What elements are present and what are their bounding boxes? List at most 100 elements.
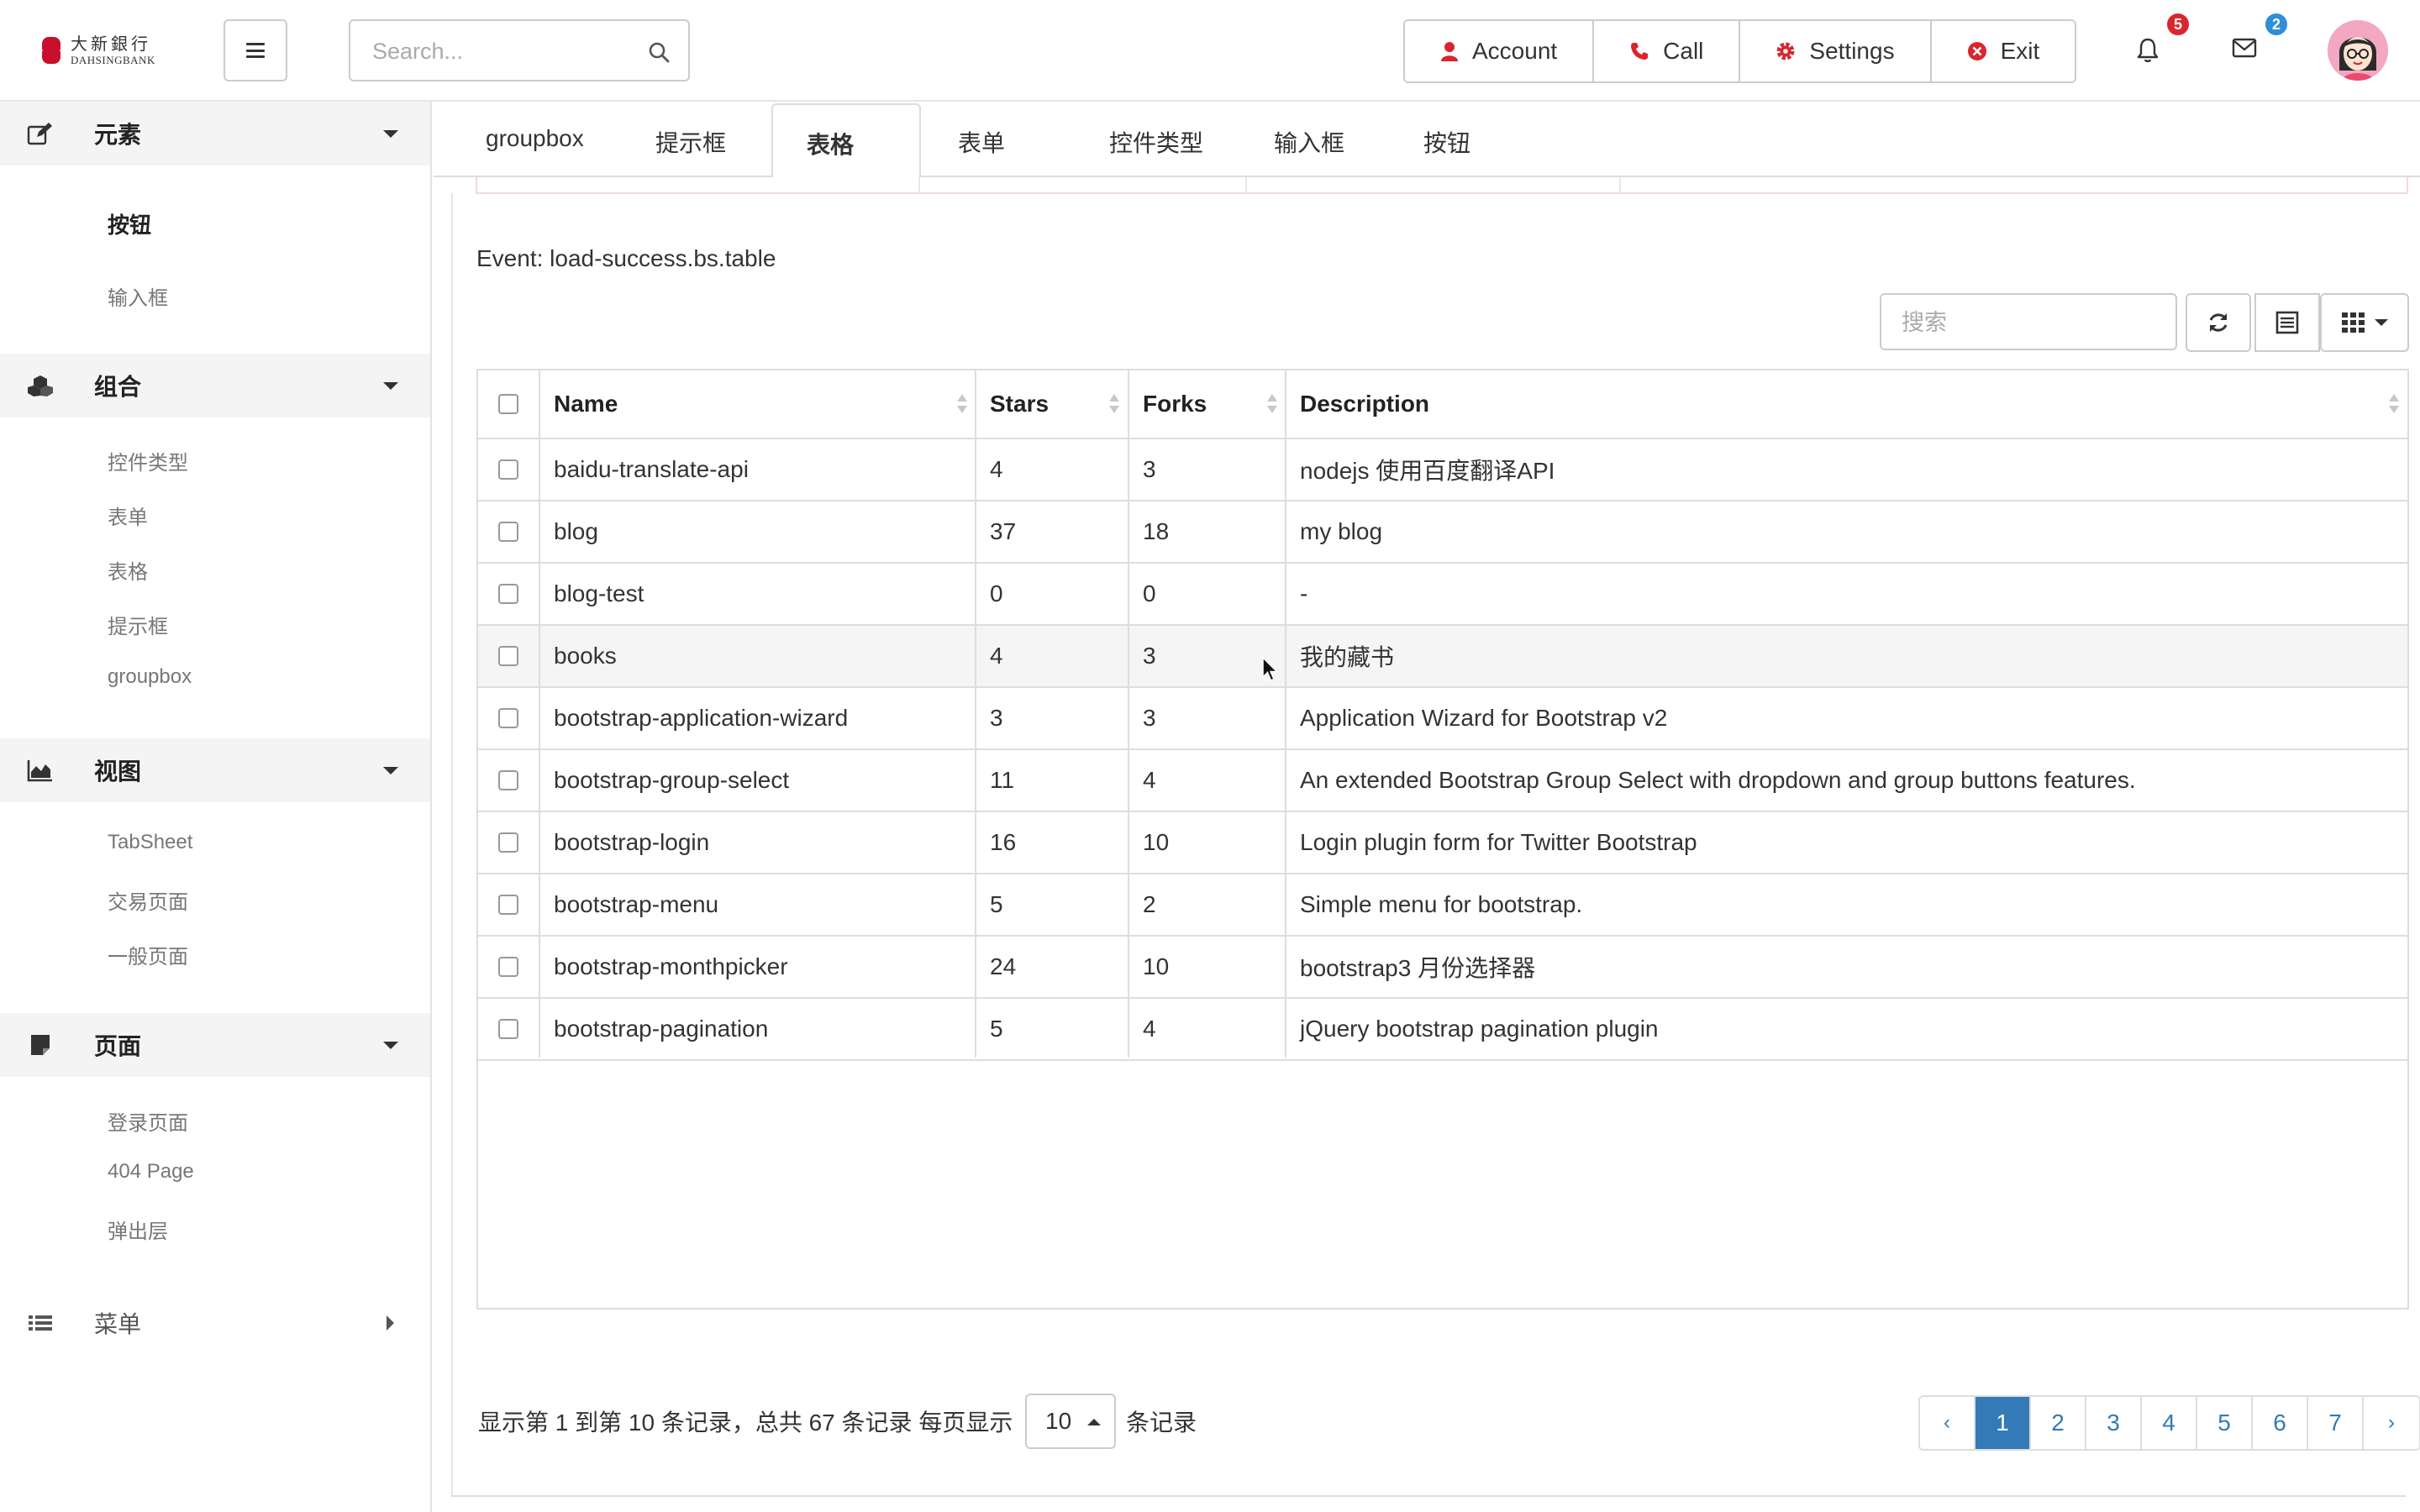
tab-input[interactable]: 输入框 [1274, 125, 1344, 159]
sidebar-section-pages[interactable]: 页面 [0, 1013, 430, 1077]
user-avatar[interactable] [2328, 20, 2388, 81]
cell-forks: 3 [1143, 456, 1156, 482]
call-button[interactable]: Call [1594, 21, 1741, 81]
row-checkbox[interactable] [498, 459, 518, 480]
cell-description: Login plugin form for Twitter Bootstrap [1300, 829, 1697, 855]
sidebar-item-groupbox[interactable]: groupbox [108, 665, 192, 689]
scrolled-table-remnant [476, 177, 2420, 293]
cell-stars: 4 [990, 643, 1003, 669]
pagination-summary: 显示第 1 到第 10 条记录，总共 67 条记录 每页显示 [478, 1410, 1013, 1436]
row-checkbox[interactable] [498, 957, 518, 977]
cell-description: bootstrap3 月份选择器 [1300, 955, 1536, 981]
sidebar-section-combos[interactable]: 组合 [0, 354, 430, 417]
sidebar-item-control-types[interactable]: 控件类型 [108, 446, 188, 475]
table-search-input[interactable] [1902, 307, 2154, 339]
sidebar-item-popup-layer[interactable]: 弹出层 [108, 1215, 168, 1244]
notifications-button[interactable]: 5 [2135, 13, 2189, 66]
pagination-page[interactable]: 2 [2031, 1397, 2086, 1449]
account-button[interactable]: Account [1405, 21, 1595, 81]
sidebar-section-views[interactable]: 视图 [0, 738, 430, 802]
row-checkbox[interactable] [498, 522, 518, 542]
sidebar-item-login-page[interactable]: 登录页面 [108, 1106, 188, 1136]
cell-name: books [554, 643, 617, 669]
pagination-next[interactable]: › [2364, 1397, 2419, 1449]
pagination-page[interactable]: 6 [2253, 1397, 2308, 1449]
tab-form[interactable]: 表单 [958, 125, 1005, 159]
sidebar-item-trade-page[interactable]: 交易页面 [108, 885, 188, 915]
brand-logo[interactable]: 大新銀行 DAHSINGBANK [37, 34, 155, 67]
pagination-prev[interactable]: ‹ [1920, 1397, 1975, 1449]
avatar-image [2328, 20, 2388, 81]
cell-description: - [1300, 580, 1308, 606]
pagination-page[interactable]: 1 [1975, 1397, 2031, 1449]
row-checkbox[interactable] [498, 770, 518, 790]
settings-label: Settings [1809, 38, 1895, 64]
sidebar-item-table[interactable]: 表格 [108, 555, 148, 585]
header-search-input[interactable] [372, 34, 624, 68]
sidebar-item-form[interactable]: 表单 [108, 501, 148, 530]
sidebar-toggle-button[interactable] [224, 19, 287, 81]
column-header-stars[interactable]: Stars [976, 370, 1128, 438]
row-checkbox[interactable] [498, 584, 518, 604]
caret-down-icon [383, 382, 398, 390]
table-row[interactable]: bootstrap-menu 5 2 Simple menu for bootstra… [478, 874, 2407, 937]
cell-forks: 3 [1143, 705, 1156, 731]
sticky-note-icon [31, 1035, 50, 1055]
row-checkbox[interactable] [498, 646, 518, 666]
pagination-page[interactable]: 5 [2197, 1397, 2253, 1449]
column-header-name[interactable]: Name [540, 370, 976, 438]
tab-table[interactable]: 表格 [771, 103, 921, 179]
table-row[interactable]: bootstrap-pagination 5 4 jQuery bootstrap p… [478, 999, 2407, 1061]
header-search [349, 19, 690, 81]
cell-name: blog [554, 518, 598, 544]
select-all-checkbox[interactable] [498, 394, 518, 414]
pagination-page[interactable]: 3 [2086, 1397, 2142, 1449]
sidebar-section-menu[interactable]: 菜单 [0, 1291, 430, 1355]
refresh-button[interactable] [2186, 293, 2251, 352]
page-size-select[interactable]: 10 [1025, 1394, 1116, 1449]
cell-forks: 4 [1143, 767, 1156, 793]
column-header-description[interactable]: Description [1286, 370, 2407, 438]
exit-button[interactable]: Exit [1931, 21, 2075, 81]
row-checkbox[interactable] [498, 832, 518, 853]
column-header-forks[interactable]: Forks [1129, 370, 1286, 438]
tab-bar: groupbox 提示框 表格 表单 控件类型 输入框 按钮 [434, 102, 2420, 179]
tab-groupbox[interactable]: groupbox [486, 125, 584, 152]
table-row[interactable]: baidu-translate-api 4 3 nodejs 使用百度翻译API [478, 439, 2407, 501]
tab-button[interactable]: 按钮 [1423, 125, 1470, 159]
pagination-page[interactable]: 7 [2308, 1397, 2364, 1449]
caret-down-icon [383, 130, 398, 138]
caret-up-icon [1087, 1419, 1101, 1425]
sidebar-item-404-page[interactable]: 404 Page [108, 1160, 194, 1184]
sidebar-item-button[interactable]: 按钮 [108, 208, 151, 239]
table-row[interactable]: bootstrap-monthpicker 24 10 bootstrap3 月份选择… [478, 937, 2407, 999]
toggle-view-button[interactable] [2254, 293, 2320, 352]
event-log-text: Event: load-success.bs.table [476, 245, 776, 271]
table-row[interactable]: bootstrap-application-wizard 3 3 Applicatio… [478, 688, 2407, 750]
tab-control-types[interactable]: 控件类型 [1109, 125, 1203, 159]
table-row[interactable]: books 4 3 我的藏书 [478, 626, 2407, 688]
row-checkbox[interactable] [498, 1019, 518, 1039]
search-icon[interactable] [648, 41, 670, 63]
cell-name: bootstrap-application-wizard [554, 705, 849, 731]
sort-icon [1267, 394, 1277, 416]
settings-button[interactable]: Settings [1740, 21, 1932, 81]
sidebar-section-elements[interactable]: 元素 [0, 102, 430, 165]
sidebar-item-tabsheet[interactable]: TabSheet [108, 831, 192, 854]
pagination-page[interactable]: 4 [2142, 1397, 2197, 1449]
table-row[interactable]: blog 37 18 my blog [478, 501, 2407, 564]
columns-dropdown-button[interactable] [2320, 293, 2409, 352]
tab-tooltip[interactable]: 提示框 [655, 125, 726, 159]
cell-forks: 18 [1143, 518, 1170, 544]
sidebar-section-title: 页面 [94, 1033, 142, 1059]
sidebar-item-tooltip[interactable]: 提示框 [108, 610, 168, 639]
sidebar-item-input[interactable]: 输入框 [108, 281, 168, 311]
cell-name: bootstrap-monthpicker [554, 953, 788, 979]
table-row[interactable]: blog-test 0 0 - [478, 564, 2407, 626]
sidebar-item-general-page[interactable]: 一般页面 [108, 940, 188, 969]
table-row[interactable]: bootstrap-login 16 10 Login plugin form for… [478, 812, 2407, 874]
table-row[interactable]: bootstrap-group-select 11 4 An extended Boo… [478, 750, 2407, 812]
messages-button[interactable]: 2 [2232, 13, 2287, 66]
row-checkbox[interactable] [498, 895, 518, 915]
row-checkbox[interactable] [498, 708, 518, 728]
